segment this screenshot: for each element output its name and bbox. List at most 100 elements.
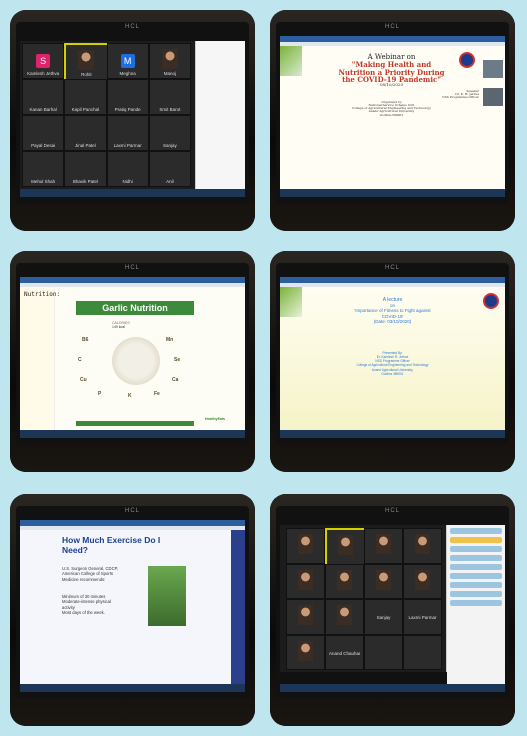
participant-tile[interactable]: Sanjay <box>148 115 191 151</box>
participant-tile[interactable]: Anand Chauhan <box>325 634 364 670</box>
city: Godhra 389001 <box>381 371 404 376</box>
participant-tile[interactable]: Kapil Panchal <box>64 79 107 115</box>
participant-name: Anil <box>166 179 174 184</box>
participant-tile[interactable] <box>325 563 364 599</box>
participant-name: Sanjay <box>376 615 391 621</box>
monitor-brand: HCL <box>124 24 140 30</box>
participant-tile[interactable]: Manoj <box>148 43 191 79</box>
mineral-label: Fe <box>154 391 160 397</box>
participant-tile[interactable]: Payal Desai <box>22 115 65 151</box>
video-thumbnail <box>483 60 503 78</box>
participant-name: Jinal Patel <box>74 143 96 148</box>
avatar: S <box>36 54 51 69</box>
participant-tile[interactable]: Smit Barot <box>148 79 191 115</box>
monitor-brand: HCL <box>124 265 140 271</box>
participant-tile[interactable]: Laxmi Parmar <box>106 115 149 151</box>
participant-name: Kamlesh Jethva <box>27 71 60 76</box>
participant-tile[interactable] <box>325 599 364 635</box>
video-feed <box>298 640 313 661</box>
exercise-photo <box>148 566 186 626</box>
photo-webinar-slide: HCL A Webinar on "Making Health and Nutr… <box>270 10 515 231</box>
video-feed <box>337 605 352 626</box>
participant-tile[interactable] <box>286 563 325 599</box>
participant-tile[interactable] <box>364 634 403 670</box>
participant-name: Mehul Shah <box>31 179 56 184</box>
slide-title: Need? <box>62 544 88 555</box>
participant-name: Anand Chauhan <box>329 650 360 656</box>
participant-tile[interactable] <box>325 528 366 566</box>
garlic-banner: Garlic Nutrition <box>76 301 194 315</box>
mineral-label: P <box>98 391 102 397</box>
participant-name: Bhavik Patel <box>72 179 98 184</box>
windows-taskbar <box>20 430 245 438</box>
zoom-window: S Kamlesh Jethva Rohit M Meghna Manoj Kanan Ba… <box>20 36 245 197</box>
mineral-label: Mn <box>166 337 174 343</box>
monitor-brand: HCL <box>384 24 400 30</box>
participant-tile[interactable] <box>286 599 325 635</box>
slide-date: 08/10/2020 <box>379 82 404 88</box>
mineral-label: Cu <box>80 377 87 383</box>
slide-corner-graphic <box>280 46 302 76</box>
participant-tile[interactable]: Nidhi <box>106 151 149 187</box>
speaker-role: NSS Programme Officer <box>442 94 479 99</box>
participant-name: Nidhi <box>122 179 133 184</box>
participant-tile[interactable] <box>286 528 325 564</box>
video-feed <box>298 569 313 590</box>
participant-tile[interactable]: Anil <box>148 151 191 187</box>
zoom-screen: Sanjay Laxmi Parmar Anand Chauhan <box>280 520 505 692</box>
participant-tile[interactable] <box>403 563 442 599</box>
avatar: M <box>120 54 135 69</box>
participant-tile[interactable]: Jinal Patel <box>64 115 107 151</box>
windows-taskbar <box>280 189 505 197</box>
slide-screen: A Webinar on "Making Health and Nutritio… <box>280 36 505 197</box>
participant-name: Laxmi Parmar <box>113 143 142 148</box>
participant-tile[interactable]: Kanan Barhal <box>22 79 65 115</box>
participants-panel <box>445 525 505 692</box>
slide-screen: Nutrition: Garlic Nutrition CALORIES 149… <box>20 277 245 438</box>
photo-lecture-slide: HCL A lecture on 'Importance of Fitness … <box>270 251 515 472</box>
participant-tile[interactable] <box>403 528 442 564</box>
video-thumbnail <box>483 88 503 106</box>
participant-tile[interactable]: Rohit <box>64 43 109 81</box>
slide-line: (Date: 03/10/2020) <box>373 319 412 325</box>
video-feed <box>298 534 313 555</box>
city: Godhra-389001 <box>379 112 404 117</box>
participant-name: Laxmi Parmar <box>408 615 437 621</box>
participant-name: Smit Barot <box>159 107 181 112</box>
logo-emblem <box>483 293 499 309</box>
mineral-label: K <box>128 393 132 399</box>
slide: A lecture on 'Importance of Fitness to F… <box>280 287 505 430</box>
participant-name: Sanjay <box>162 143 177 148</box>
slide-screen: How Much Exercise Do I Need? U.S. Surgeo… <box>20 520 245 692</box>
video-feed <box>161 49 178 70</box>
participant-tile[interactable] <box>403 634 442 670</box>
windows-taskbar <box>280 684 505 692</box>
participant-tile[interactable] <box>286 634 325 670</box>
video-feed <box>415 569 430 590</box>
participant-tile[interactable]: Pratiq Pande <box>106 79 149 115</box>
windows-taskbar <box>280 430 505 438</box>
calories-value: 149 kcal <box>112 325 126 329</box>
slide: Nutrition: Garlic Nutrition CALORIES 149… <box>20 287 245 430</box>
participant-tile[interactable]: S Kamlesh Jethva <box>22 43 65 79</box>
mineral-label: B6 <box>82 337 89 343</box>
participant-tile[interactable]: Mehul Shah <box>22 151 65 187</box>
video-feed <box>337 569 352 590</box>
monitor-brand: HCL <box>124 508 140 514</box>
participant-tile[interactable]: Laxmi Parmar <box>403 599 442 635</box>
participant-name: Rohit <box>81 72 92 77</box>
participant-tile[interactable] <box>364 528 403 564</box>
participant-tile[interactable] <box>364 563 403 599</box>
slide-text: Medicine recommends: <box>62 576 106 582</box>
windows-taskbar <box>20 684 245 692</box>
participant-tile[interactable]: M Meghna <box>106 43 149 79</box>
participant-name: Kapil Panchal <box>71 107 100 112</box>
video-feed <box>376 534 391 555</box>
participant-tile[interactable]: Sanjay <box>364 599 403 635</box>
slide: How Much Exercise Do I Need? U.S. Surgeo… <box>20 530 245 684</box>
video-feed <box>298 605 313 626</box>
participant-tile[interactable]: Bhavik Patel <box>64 151 107 187</box>
participant-name: Payal Desai <box>31 143 56 148</box>
video-feed <box>78 50 95 71</box>
monitor-brand: HCL <box>384 508 400 514</box>
